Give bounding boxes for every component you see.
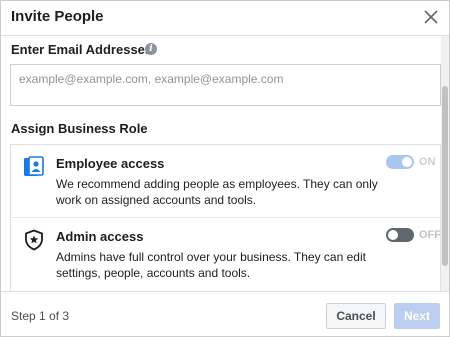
dialog-scrollbar[interactable] — [441, 36, 449, 291]
invite-people-dialog: Invite People Enter Email Addresses i As… — [0, 0, 450, 337]
admin-role-title: Admin access — [56, 229, 144, 244]
admin-role-description: Admins have full control over your busin… — [56, 250, 366, 280]
next-button[interactable]: Next — [394, 303, 440, 329]
role-options-list: Employee access We recommend adding peop… — [10, 144, 441, 291]
scrollbar-thumb[interactable] — [442, 86, 448, 266]
employee-role-title: Employee access — [56, 156, 165, 171]
info-icon[interactable]: i — [145, 43, 157, 55]
toggle-knob — [402, 157, 412, 167]
email-input-box[interactable] — [10, 64, 441, 106]
email-section-label: Enter Email Addresses — [11, 42, 153, 57]
cancel-button[interactable]: Cancel — [326, 303, 386, 329]
admin-shield-icon — [25, 229, 43, 251]
role-option-admin[interactable]: Admin access Admins have full control ov… — [11, 218, 441, 290]
roles-section-label: Assign Business Role — [11, 121, 148, 136]
employee-badge-icon — [24, 156, 44, 176]
admin-toggle-label: OFF — [419, 229, 441, 241]
admin-access-toggle[interactable] — [386, 228, 414, 242]
employee-role-description: We recommend adding people as employees.… — [56, 177, 378, 207]
email-addresses-input[interactable] — [11, 65, 440, 105]
toggle-knob — [388, 230, 398, 240]
dialog-footer: Step 1 of 3 Cancel Next — [1, 291, 449, 336]
employee-access-toggle[interactable] — [386, 155, 414, 169]
dialog-body: Enter Email Addresses i Assign Business … — [1, 1, 449, 291]
role-option-employee[interactable]: Employee access We recommend adding peop… — [11, 145, 440, 218]
step-indicator: Step 1 of 3 — [11, 309, 70, 323]
employee-toggle-label: ON — [419, 156, 436, 168]
